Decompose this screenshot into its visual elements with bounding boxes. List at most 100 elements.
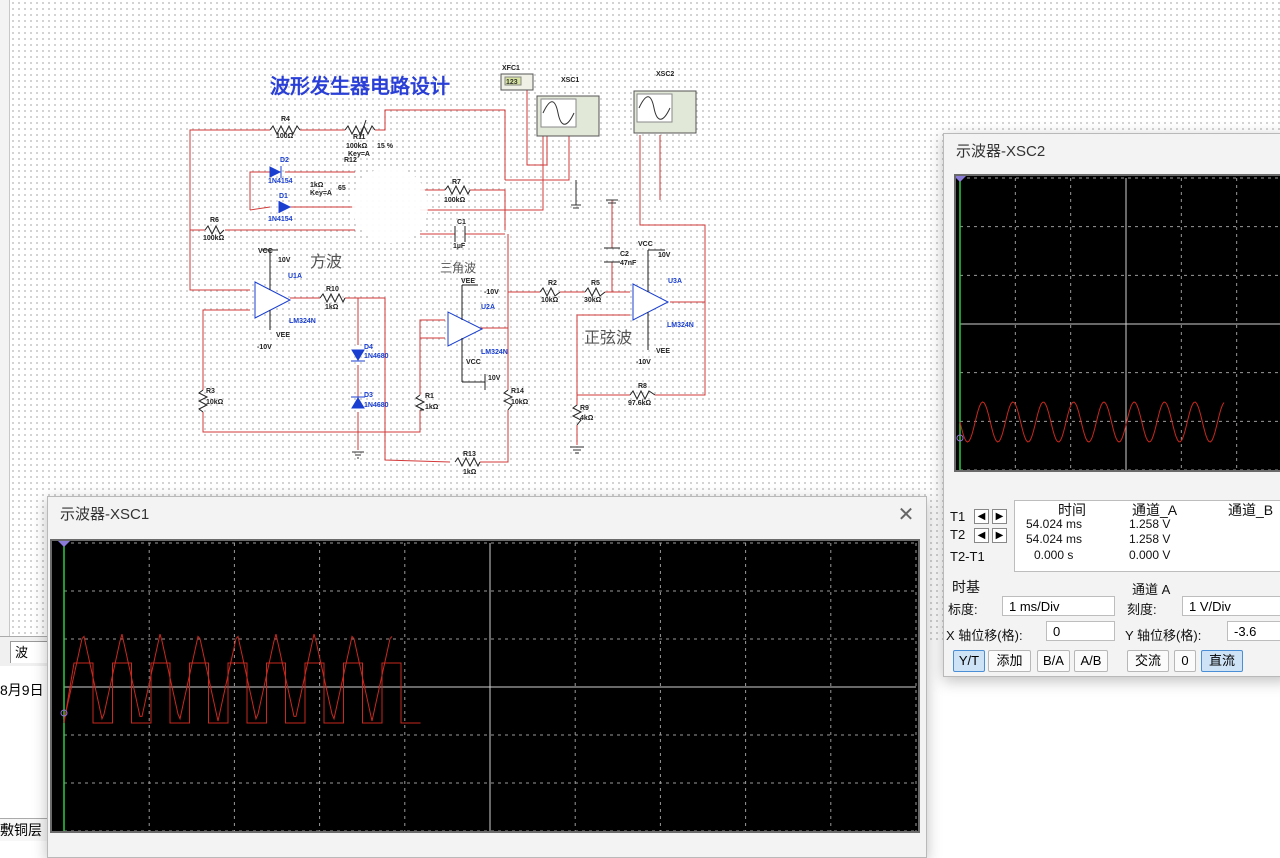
svg-text:1kΩ: 1kΩ <box>325 304 339 311</box>
layer-tab[interactable]: 敷铜层 <box>0 818 50 841</box>
svg-text:10kΩ: 10kΩ <box>541 297 559 304</box>
svg-text:100kΩ: 100kΩ <box>203 235 225 242</box>
svg-text:1kΩ: 1kΩ <box>310 182 324 189</box>
diode-D1 <box>279 201 292 213</box>
wire <box>639 135 706 303</box>
timebase-header: 时基 <box>952 579 980 595</box>
multisim-workspace: XFC1 123 XSC1 XSC2 R4 100Ω R11 100kΩ Key… <box>0 0 1280 858</box>
label-square-wave: 方波 <box>310 252 342 271</box>
oscilloscope-xsc2-window[interactable]: 示波器-XSC2 时间 通道_A 通道_B T1 ◀ ▶ 54.024 ms 1… <box>943 133 1280 677</box>
svg-text:VEE: VEE <box>276 332 290 339</box>
t2t1-label: T2-T1 <box>950 549 985 564</box>
a-over-b-button[interactable]: A/B <box>1074 650 1108 672</box>
resistor-R2 <box>539 286 561 298</box>
y-position-field[interactable]: -3.6 <box>1227 621 1280 641</box>
xsc2-label: XSC2 <box>656 71 674 78</box>
add-button[interactable]: 添加 <box>988 650 1031 672</box>
diode-D3 <box>351 397 365 409</box>
xfc1-label: XFC1 <box>502 65 520 72</box>
dc-button[interactable]: 直流 <box>1201 650 1243 672</box>
svg-text:R11: R11 <box>353 134 366 141</box>
yt-button[interactable]: Y/T <box>953 650 985 672</box>
scope-screen[interactable] <box>50 539 920 833</box>
schematic-title: 波形发生器电路设计 <box>270 74 450 98</box>
label-triangle-wave: 三角波 <box>440 261 476 275</box>
svg-text:LM324N: LM324N <box>667 322 694 329</box>
svg-text:1N4154: 1N4154 <box>268 216 293 223</box>
svg-text:R6: R6 <box>210 217 219 224</box>
design-tabbar: 波 <box>0 636 50 667</box>
wire <box>576 314 630 396</box>
svg-text:1kΩ: 1kΩ <box>425 404 439 411</box>
x-position-label: X 轴位移(格): <box>946 628 1023 643</box>
ac-button[interactable]: 交流 <box>1127 650 1169 672</box>
zero-button[interactable]: 0 <box>1174 650 1196 672</box>
svg-text:C1: C1 <box>457 219 466 226</box>
design-tab[interactable]: 波 <box>10 641 50 663</box>
channel-a-scale-field[interactable]: 1 V/Div <box>1182 596 1280 616</box>
svg-text:47nF: 47nF <box>620 260 637 267</box>
scope-screen[interactable] <box>954 174 1280 472</box>
svg-text:R10: R10 <box>326 286 339 293</box>
resistor-R1 <box>414 394 426 411</box>
wire <box>249 171 270 210</box>
diode-D4 <box>351 349 365 361</box>
close-icon[interactable]: ✕ <box>894 503 918 527</box>
timebase-scale-field[interactable]: 1 ms/Div <box>1002 596 1115 616</box>
xsc1-label: XSC1 <box>561 77 579 84</box>
b-over-a-button[interactable]: B/A <box>1037 650 1070 672</box>
readout-header-chb: 通道_B <box>1228 502 1274 518</box>
x-position-field[interactable]: 0 <box>1046 621 1115 641</box>
svg-text:30kΩ: 30kΩ <box>584 297 602 304</box>
wire <box>505 135 570 181</box>
timebase-scale-label: 标度: <box>948 602 978 617</box>
schematic-canvas[interactable]: XFC1 123 XSC1 XSC2 R4 100Ω R11 100kΩ Key… <box>0 0 940 500</box>
svg-text:1µF: 1µF <box>453 243 466 250</box>
svg-text:U1A: U1A <box>288 273 302 280</box>
resistor-R7 <box>444 184 471 196</box>
svg-text:100Ω: 100Ω <box>276 133 294 140</box>
date-text: 8月9日 <box>0 682 44 698</box>
t1-time: 54.024 ms <box>1026 517 1083 531</box>
svg-text:1N4154: 1N4154 <box>268 178 293 185</box>
svg-text:1N4680: 1N4680 <box>364 353 389 360</box>
svg-text:10V: 10V <box>278 257 291 264</box>
resistor-R10 <box>319 292 346 304</box>
svg-text:LM324N: LM324N <box>289 318 316 325</box>
svg-text:100kΩ: 100kΩ <box>444 197 466 204</box>
t2-right-arrow[interactable]: ▶ <box>992 528 1007 543</box>
label-sine-wave: 正弦波 <box>584 328 632 347</box>
scope-display <box>58 541 917 832</box>
wire <box>202 410 421 433</box>
svg-text:Key=A: Key=A <box>310 190 332 197</box>
window-title: 示波器-XSC2 <box>956 143 1046 160</box>
oscilloscope-xsc1-window[interactable]: 示波器-XSC1 ✕ <box>47 496 927 858</box>
svg-text:VCC: VCC <box>638 241 653 248</box>
svg-text:R1: R1 <box>425 393 434 400</box>
channel-a-header: 通道 A <box>1132 582 1171 597</box>
t1-label: T1 <box>950 509 966 524</box>
svg-text:R9: R9 <box>580 405 589 412</box>
t2t1-time: 0.000 s <box>1034 548 1074 562</box>
wire <box>249 206 271 211</box>
t1-left-arrow[interactable]: ◀ <box>974 509 989 524</box>
svg-text:4kΩ: 4kΩ <box>580 415 594 422</box>
svg-text:R12: R12 <box>344 157 357 164</box>
svg-text:R5: R5 <box>591 280 600 287</box>
svg-text:U2A: U2A <box>481 304 495 311</box>
wire <box>345 297 451 463</box>
svg-text:VEE: VEE <box>461 278 475 285</box>
svg-text:97.6kΩ: 97.6kΩ <box>628 400 652 407</box>
svg-text:U3A: U3A <box>668 278 682 285</box>
t2-left-arrow[interactable]: ◀ <box>974 528 989 543</box>
scope-display <box>954 176 1280 471</box>
svg-text:10V: 10V <box>658 252 671 259</box>
t2t1-cha: 0.000 V <box>1129 548 1171 562</box>
t1-right-arrow[interactable]: ▶ <box>992 509 1007 524</box>
svg-text:LM324N: LM324N <box>481 349 508 356</box>
svg-text:D1: D1 <box>279 193 288 200</box>
opamp-U2A <box>447 311 484 347</box>
svg-text:R13: R13 <box>463 451 476 458</box>
wire <box>189 129 270 253</box>
svg-text:D3: D3 <box>364 392 373 399</box>
